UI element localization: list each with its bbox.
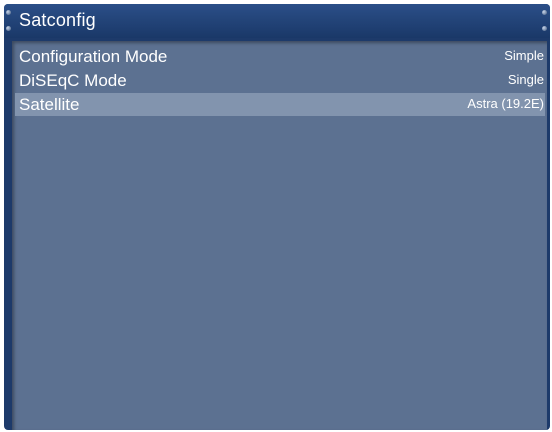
setting-label: Configuration Mode [19,47,168,66]
setting-label: Satellite [19,95,80,114]
satconfig-window: Satconfig Configuration Mode Simple DiSE… [4,4,550,430]
title-bar: Satconfig [4,4,550,38]
setting-value: Single [507,72,544,87]
setting-value: Astra (19.2E) [467,96,544,111]
screw-icon [6,10,11,15]
window-title: Satconfig [19,10,96,30]
setting-row-configuration-mode[interactable]: Configuration Mode Simple [15,45,545,68]
screw-icon [542,26,547,31]
setting-label: DiSEqC Mode [19,71,127,90]
screw-icon [542,10,547,15]
setting-row-satellite[interactable]: Satellite Astra (19.2E) [15,93,545,116]
settings-list: Configuration Mode Simple DiSEqC Mode Si… [12,41,547,430]
screw-icon [6,26,11,31]
setting-value: Simple [504,48,544,63]
setting-row-diseqc-mode[interactable]: DiSEqC Mode Single [15,69,545,92]
